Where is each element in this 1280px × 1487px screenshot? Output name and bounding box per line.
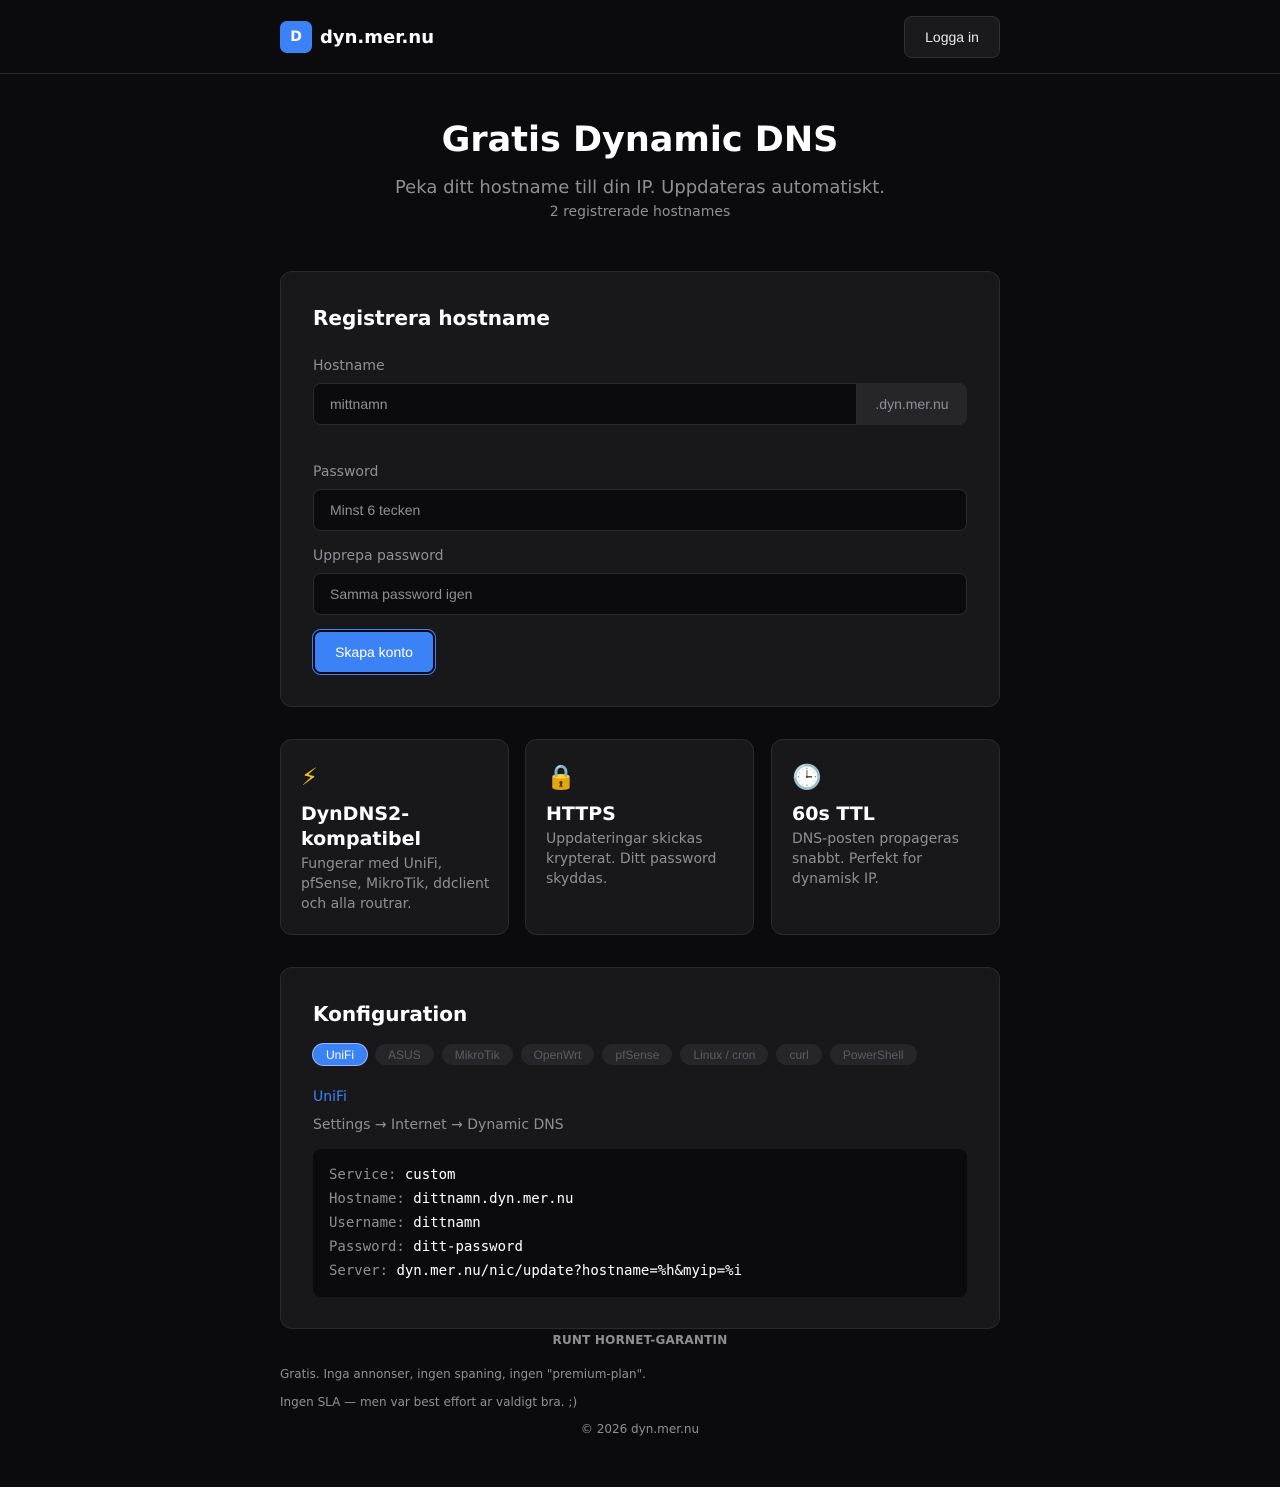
feature-card-ttl: 🕒 60s TTL DNS-posten propageras snabbt. …	[771, 739, 1000, 935]
copyright: © 2026 dyn.mer.nu	[580, 1422, 700, 1436]
feature-title: HTTPS	[546, 803, 616, 825]
lock-icon: 🔒	[546, 763, 576, 791]
feature-card-dyndns2: ⚡ DynDNS2-kompatibel Fungerar med UniFi,…	[280, 739, 509, 935]
hostname-count: 2 registrerade hostnames	[549, 204, 731, 220]
config-path: Settings → Internet → Dynamic DNS	[313, 1117, 564, 1133]
footer-line: Gratis. Inga annonser, ingen spaning, in…	[280, 1367, 646, 1381]
feature-text: DNS-posten propageras snabbt. Perfekt fo…	[792, 831, 959, 887]
hostname-suffix: .dyn.mer.nu	[857, 383, 967, 425]
footer-line: Ingen SLA — men var best effort ar valdi…	[280, 1395, 578, 1409]
brand-logo-icon: D	[280, 21, 312, 53]
code-line: Server: dyn.mer.nu/nic/update?hostname=%…	[329, 1259, 951, 1283]
code-value: custom	[404, 1167, 456, 1183]
page-title: Gratis Dynamic DNS	[441, 120, 839, 160]
password-label: Password	[313, 464, 379, 480]
code-key: Username:	[329, 1215, 405, 1231]
register-title: Registrera hostname	[313, 306, 550, 330]
tab-linux-cron[interactable]: Linux / cron	[680, 1044, 769, 1065]
brand-name: dyn.mer.nu	[320, 26, 435, 48]
repeat-password-label: Upprepa password	[313, 548, 444, 564]
config-heading: UniFi	[313, 1089, 347, 1105]
lightning-icon: ⚡	[301, 763, 318, 791]
code-key: Server:	[329, 1263, 389, 1279]
login-button[interactable]: Logga in	[904, 16, 1000, 58]
tab-openwrt[interactable]: OpenWrt	[520, 1044, 595, 1065]
code-key: Password:	[329, 1239, 405, 1255]
create-account-button[interactable]: Skapa konto	[313, 630, 435, 674]
footer-title: RUNT HORNET-GARANTIN	[552, 1333, 728, 1347]
code-key: Hostname:	[329, 1191, 405, 1207]
code-value: ditt-password	[413, 1239, 523, 1255]
config-card: Konfiguration UniFi ASUS MikroTik OpenWr…	[280, 967, 1000, 1329]
code-value: dittnamn	[413, 1215, 481, 1231]
code-line: Service: custom	[329, 1163, 951, 1187]
feature-text: Uppdateringar skickas krypterat. Ditt pa…	[546, 831, 717, 887]
hostname-input[interactable]: mittnamn	[313, 383, 857, 425]
feature-title: 60s TTL	[792, 803, 875, 825]
code-key: Service:	[329, 1167, 397, 1183]
hostname-label: Hostname	[313, 358, 385, 374]
code-value: dyn.mer.nu/nic/update?hostname=%h&myip=%…	[396, 1263, 743, 1279]
config-tabs: UniFi ASUS MikroTik OpenWrt pfSense Linu…	[313, 1044, 917, 1065]
tab-asus[interactable]: ASUS	[375, 1044, 434, 1065]
tab-mikrotik[interactable]: MikroTik	[441, 1044, 513, 1065]
tab-pfsense[interactable]: pfSense	[602, 1044, 673, 1065]
repeat-password-input[interactable]: Samma password igen	[313, 573, 967, 615]
register-card: Registrera hostname Hostname mittnamn .d…	[280, 271, 1000, 707]
top-bar: D dyn.mer.nu Logga in	[0, 0, 1280, 74]
code-line: Password: ditt-password	[329, 1235, 951, 1259]
feature-text: Fungerar med UniFi, pfSense, MikroTik, d…	[301, 856, 490, 912]
code-line: Username: dittnamn	[329, 1211, 951, 1235]
code-value: dittnamn.dyn.mer.nu	[413, 1191, 574, 1207]
tab-unifi[interactable]: UniFi	[313, 1044, 368, 1065]
page-subtitle: Peka ditt hostname till din IP. Uppdater…	[394, 177, 886, 198]
config-code-block: Service: custom Hostname: dittnamn.dyn.m…	[313, 1149, 967, 1297]
clock-icon: 🕒	[792, 763, 822, 791]
tab-curl[interactable]: curl	[776, 1044, 822, 1065]
code-line: Hostname: dittnamn.dyn.mer.nu	[329, 1187, 951, 1211]
feature-title: DynDNS2-kompatibel	[301, 803, 421, 850]
password-input[interactable]: Minst 6 tecken	[313, 489, 967, 531]
brand-link[interactable]: D dyn.mer.nu	[280, 21, 434, 53]
feature-card-https: 🔒 HTTPS Uppdateringar skickas krypterat.…	[525, 739, 754, 935]
config-title: Konfiguration	[313, 1002, 468, 1026]
tab-powershell[interactable]: PowerShell	[829, 1044, 917, 1065]
